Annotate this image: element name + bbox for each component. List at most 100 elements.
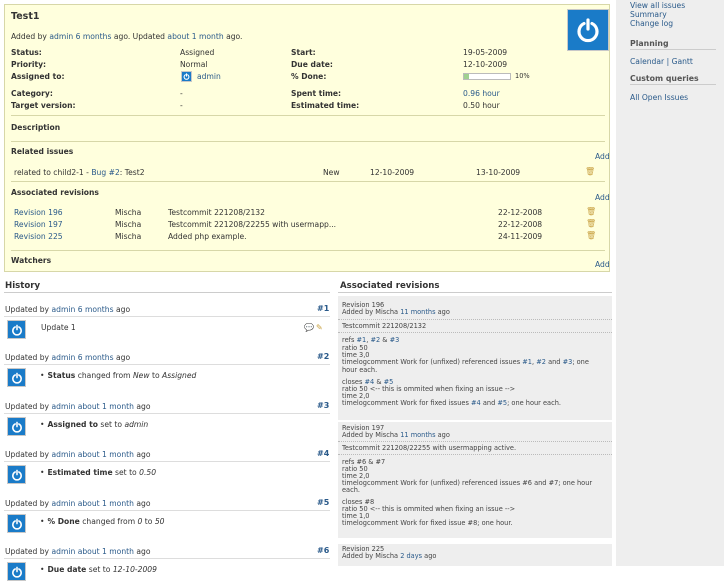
revision-date: 22-12-2008 bbox=[498, 220, 543, 229]
revision-225-block: Revision 225 Added by Mischa 2 days ago bbox=[338, 544, 612, 566]
estimated-value: 0.50 hour bbox=[463, 101, 500, 110]
revision-link[interactable]: Revision 196 bbox=[14, 208, 63, 217]
ago-link[interactable]: about 1 month bbox=[78, 499, 134, 508]
add-related-button[interactable]: Add bbox=[595, 152, 610, 161]
revision-196-refs: refs #1, #2 & #3 bbox=[342, 336, 400, 344]
history-entry-body: • Due date set to 12-10-2009 bbox=[40, 565, 157, 574]
description-heading: Description bbox=[11, 123, 61, 132]
edit-icon[interactable]: ✎ bbox=[316, 323, 323, 332]
revision-197-msg: Testcommit 221208/22255 with usermapping… bbox=[342, 444, 517, 452]
issue-link[interactable]: #5 bbox=[497, 399, 507, 407]
history-entry-number[interactable]: #5 bbox=[317, 498, 329, 507]
status-label: Status: bbox=[11, 48, 42, 57]
history-entry-number[interactable]: #3 bbox=[317, 401, 329, 410]
added-ago-link[interactable]: 6 months bbox=[76, 32, 112, 41]
history-entry-number[interactable]: #6 bbox=[317, 546, 329, 555]
history-entry-number[interactable]: #1 bbox=[317, 304, 329, 313]
delete-relation-icon[interactable]: 🗑 bbox=[585, 167, 595, 176]
divider bbox=[630, 84, 716, 85]
issue-link[interactable]: #3 bbox=[563, 358, 573, 366]
user-link[interactable]: admin bbox=[51, 499, 75, 508]
issue-link[interactable]: #1 bbox=[522, 358, 532, 366]
view-all-issues-link[interactable]: View all issues bbox=[630, 1, 685, 10]
divider bbox=[4, 364, 330, 365]
issue-avatar bbox=[567, 9, 609, 51]
assigned-label: Assigned to: bbox=[11, 72, 65, 81]
history-note: Update 1 bbox=[41, 323, 76, 332]
issue-link[interactable]: #2 bbox=[370, 336, 380, 344]
all-open-issues-link[interactable]: All Open Issues bbox=[630, 93, 688, 102]
user-avatar bbox=[7, 562, 26, 581]
user-avatar bbox=[7, 368, 26, 387]
divider bbox=[338, 454, 612, 456]
delete-revision-icon[interactable]: 🗑 bbox=[586, 231, 596, 240]
updated-ago-link[interactable]: about 1 month bbox=[167, 32, 223, 41]
bullet: • bbox=[40, 517, 45, 526]
new-value: 50 bbox=[154, 517, 165, 526]
power-icon bbox=[11, 566, 22, 578]
ago-link[interactable]: about 1 month bbox=[78, 402, 134, 411]
issue-link[interactable]: #1 bbox=[357, 336, 367, 344]
bullet: • bbox=[40, 420, 45, 429]
revision-link[interactable]: Revision 197 bbox=[14, 220, 63, 229]
done-progress-fill bbox=[464, 74, 469, 79]
old-value: 0 bbox=[137, 517, 143, 526]
summary-link[interactable]: Summary bbox=[630, 10, 667, 19]
revision-197-timelog-cont: each. bbox=[342, 486, 360, 494]
done-progress-bar bbox=[463, 73, 511, 80]
associated-revisions-heading: Associated revisions bbox=[11, 188, 99, 197]
gantt-link[interactable]: Gantt bbox=[672, 57, 693, 66]
new-value: 12-10-2009 bbox=[112, 565, 157, 574]
delete-revision-icon[interactable]: 🗑 bbox=[586, 219, 596, 228]
author-link[interactable]: admin bbox=[49, 32, 73, 41]
watchers-heading: Watchers bbox=[11, 256, 52, 265]
spent-value[interactable]: 0.96 hour bbox=[463, 89, 500, 98]
target-value: - bbox=[180, 101, 183, 110]
related-issue-row: related to child2-1 - Bug #2: Test2 bbox=[14, 168, 145, 177]
revision-link[interactable]: Revision 225 bbox=[14, 232, 63, 241]
assoc-panel-heading: Associated revisions bbox=[340, 281, 440, 291]
revision-197-block: Revision 197 Added by Mischa 11 months a… bbox=[338, 422, 612, 538]
revision-date: 24-11-2009 bbox=[498, 232, 543, 241]
quote-icon[interactable]: 💬 bbox=[304, 323, 314, 332]
revision-197-ago-link[interactable]: 11 months bbox=[400, 431, 435, 439]
assignee-link[interactable]: admin bbox=[197, 72, 221, 81]
ago-link[interactable]: about 1 month bbox=[78, 450, 134, 459]
revision-225-ago-link[interactable]: 2 days bbox=[400, 552, 422, 560]
divider bbox=[4, 558, 330, 559]
issue-link[interactable]: #2 bbox=[536, 358, 546, 366]
divider bbox=[630, 49, 716, 50]
divider bbox=[11, 250, 605, 251]
ago-link[interactable]: about 1 month bbox=[78, 547, 134, 556]
priority-label: Priority: bbox=[11, 60, 47, 69]
related-issue-link[interactable]: Bug #2 bbox=[91, 168, 119, 177]
delete-revision-icon[interactable]: 🗑 bbox=[586, 207, 596, 216]
history-entry-number[interactable]: #2 bbox=[317, 352, 329, 361]
revision-196-meta: Added by Mischa 11 months ago bbox=[342, 308, 450, 316]
user-link[interactable]: admin bbox=[51, 547, 75, 556]
ago-link[interactable]: 6 months bbox=[78, 353, 114, 362]
calendar-link[interactable]: Calendar bbox=[630, 57, 664, 66]
user-link[interactable]: admin bbox=[51, 353, 75, 362]
user-link[interactable]: admin bbox=[51, 305, 75, 314]
divider bbox=[338, 292, 612, 293]
revision-message: Testcommit 221208/2132 bbox=[168, 208, 265, 217]
changed-field: Due date bbox=[47, 565, 87, 574]
category-value: - bbox=[180, 89, 183, 98]
issue-link[interactable]: #3 bbox=[390, 336, 400, 344]
revision-196-msg: Testcommit 221208/2132 bbox=[342, 322, 427, 330]
ago-link[interactable]: 6 months bbox=[78, 305, 114, 314]
user-link[interactable]: admin bbox=[51, 450, 75, 459]
planning-heading: Planning bbox=[630, 39, 669, 48]
issue-link[interactable]: #4 bbox=[471, 399, 481, 407]
related-status: New bbox=[323, 168, 340, 177]
estimated-label: Estimated time: bbox=[291, 101, 360, 110]
change-log-link[interactable]: Change log bbox=[630, 19, 673, 28]
add-watcher-button[interactable]: Add bbox=[595, 260, 610, 269]
revision-196-ago-link[interactable]: 11 months bbox=[400, 308, 435, 316]
add-revision-button[interactable]: Add bbox=[595, 193, 610, 202]
changed-field: Estimated time bbox=[47, 468, 113, 477]
user-link[interactable]: admin bbox=[51, 402, 75, 411]
history-entry-header: Updated by admin about 1 month ago bbox=[5, 450, 151, 459]
history-entry-number[interactable]: #4 bbox=[317, 449, 329, 458]
